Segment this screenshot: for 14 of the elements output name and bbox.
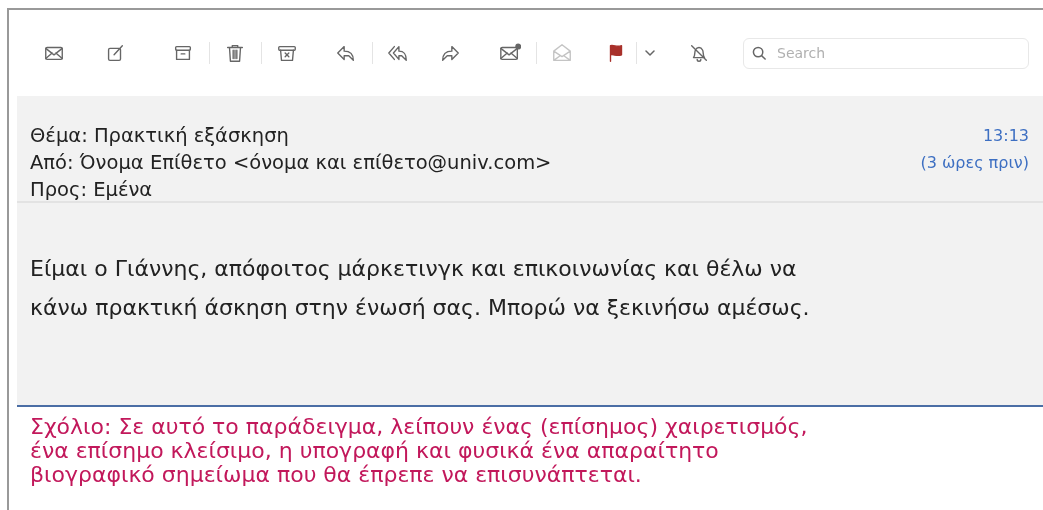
sender-line: Από: Όνομα Επίθετο <όνομα και επίθετο@univ.com> xyxy=(30,150,552,176)
recipient-line: Προς: Εμένα xyxy=(30,177,154,203)
search-icon xyxy=(752,45,767,61)
comment-text: Σχόλιο: Σε αυτό το παράδειγμα, λείπουν ένας (επίσημος) χαιρετισμός, ένα επίσημο κλείσιμο, η υπογραφή και φυσικά ένα απαραίτητο βιογραφικό σημείωμα που θα έπρεπε να επισυνάπτεται. xyxy=(30,415,809,487)
relative-time: (3 ώρες πριν) xyxy=(920,152,1029,174)
chevron-down-icon xyxy=(645,50,655,56)
trash-icon xyxy=(224,42,246,64)
open-envelope-icon xyxy=(551,42,573,64)
search-field[interactable]: Search xyxy=(743,37,1029,69)
message-time: 13:13 xyxy=(981,125,1029,147)
subject-line: Θέμα: Πρακτική εξάσκηση xyxy=(30,123,290,149)
search-input[interactable]: Search xyxy=(775,41,995,65)
muted-bell-icon xyxy=(688,42,710,64)
message-body: Είμαι ο Γιάννης, απόφοιτος μάρκετινγκ και επικοινωνίας και θέλω να κάνω πρακτική άσκηση στην ένωσή σας. Μπορώ να ξεκινήσω αμέσως. xyxy=(29,255,811,322)
